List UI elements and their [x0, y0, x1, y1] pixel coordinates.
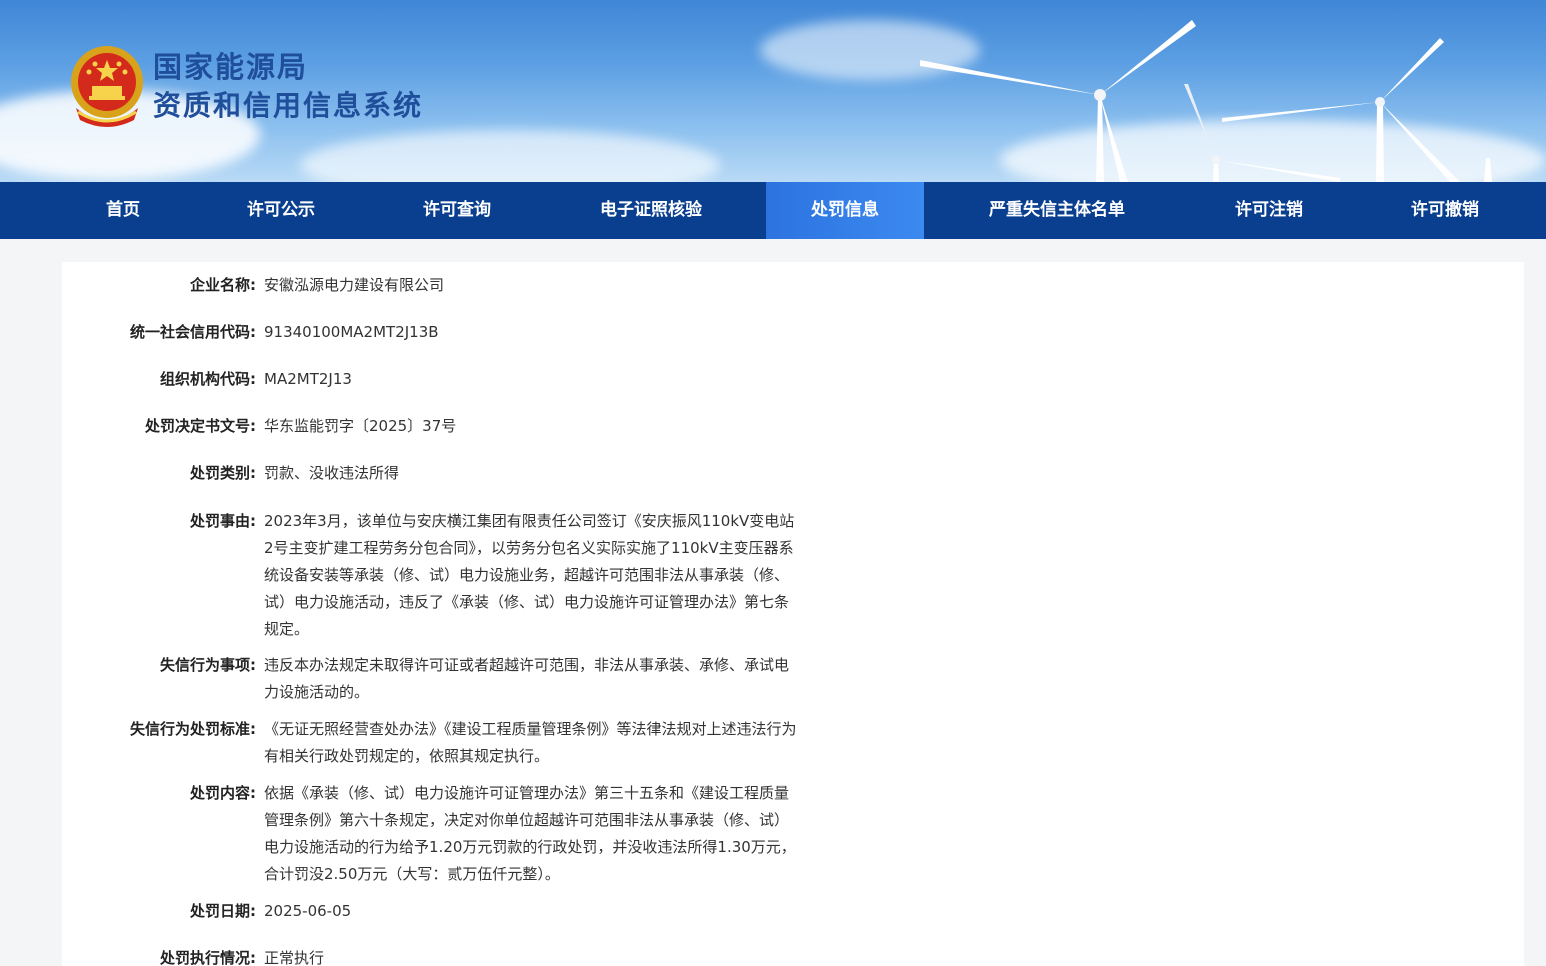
- field-label: 失信行为事项:: [160, 656, 256, 674]
- field-value: 罚款、没收违法所得: [264, 464, 400, 482]
- header-banner: 国家能源局 资质和信用信息系统: [0, 0, 1546, 182]
- field-value: 安徽泓源电力建设有限公司: [264, 276, 445, 294]
- field-value: MA2MT2J13: [264, 370, 352, 388]
- field-value: 《无证无照经营查处办法》《建设工程质量管理条例》等法律法规对上述违法行为有相关行…: [264, 720, 797, 765]
- field-label: 统一社会信用代码:: [130, 323, 256, 341]
- nav-item-home[interactable]: 首页: [62, 182, 184, 239]
- site-title: 国家能源局 资质和信用信息系统: [153, 48, 423, 126]
- field-value: 2025-06-05: [264, 902, 352, 920]
- field-label: 企业名称:: [190, 276, 256, 294]
- nav-item-license-public[interactable]: 许可公示: [210, 182, 352, 239]
- field-label: 组织机构代码:: [160, 370, 256, 388]
- field-label: 处罚执行情况:: [160, 949, 256, 966]
- field-value: 依据《承装（修、试）电力设施许可证管理办法》第三十五条和《建设工程质量管理条例》…: [264, 784, 796, 883]
- nav-item-license-cancellation[interactable]: 许可注销: [1196, 182, 1342, 239]
- field-label: 失信行为处罚标准:: [130, 720, 256, 738]
- nav-item-license-revocation[interactable]: 许可撤销: [1372, 182, 1518, 239]
- nav-item-license-query[interactable]: 许可查询: [386, 182, 528, 239]
- site-title-line2: 资质和信用信息系统: [153, 89, 424, 122]
- penalty-detail-panel: 企业名称: 安徽泓源电力建设有限公司 统一社会信用代码: 91340100MA2…: [62, 262, 1524, 966]
- field-value: 91340100MA2MT2J13B: [264, 323, 439, 341]
- field-value: 华东监能罚字〔2025〕37号: [264, 417, 457, 435]
- main-nav: 首页 许可公示 许可查询 电子证照核验 处罚信息 严重失信主体名单 许可注销 许…: [0, 182, 1546, 239]
- wind-turbines-illustration: [920, 20, 1492, 182]
- field-label: 处罚日期:: [190, 902, 256, 920]
- site-title-line1: 国家能源局: [153, 50, 309, 84]
- national-emblem-icon: [71, 46, 143, 127]
- nav-item-penalty-info[interactable]: 处罚信息: [766, 182, 924, 239]
- field-value: 违反本办法规定未取得许可证或者超越许可范围，非法从事承装、承修、承试电力设施活动…: [264, 656, 790, 701]
- nav-item-serious-dishonesty-list[interactable]: 严重失信主体名单: [964, 182, 1150, 239]
- nav-item-e-license-verify[interactable]: 电子证照核验: [576, 182, 726, 239]
- field-label: 处罚事由:: [190, 512, 256, 530]
- field-label: 处罚决定书文号:: [145, 417, 256, 435]
- field-value: 正常执行: [264, 949, 325, 966]
- field-label: 处罚内容:: [190, 784, 256, 802]
- field-label: 处罚类别:: [190, 464, 256, 482]
- field-value: 2023年3月，该单位与安庆横江集团有限责任公司签订《安庆振风110kV变电站2…: [264, 512, 795, 638]
- cloud-decoration: [300, 130, 720, 182]
